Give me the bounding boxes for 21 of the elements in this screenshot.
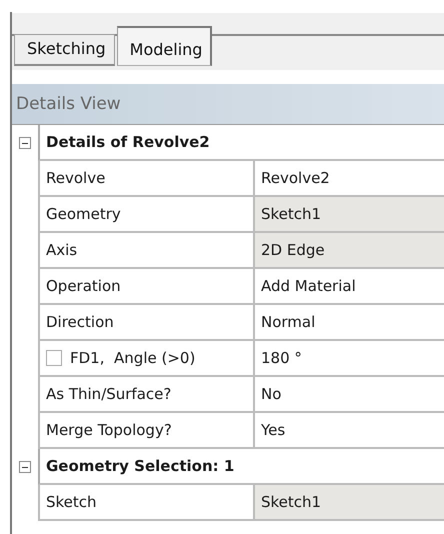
property-value[interactable]: Sketch1 bbox=[253, 197, 444, 233]
property-value[interactable]: Yes bbox=[253, 413, 444, 449]
property-value[interactable]: Sketch1 bbox=[253, 485, 444, 521]
property-label: Merge Topology? bbox=[38, 413, 253, 449]
property-label: As Thin/Surface? bbox=[38, 377, 253, 413]
property-value[interactable]: Normal bbox=[253, 305, 444, 341]
collapse-icon[interactable] bbox=[19, 461, 31, 473]
tab[interactable]: Sketching bbox=[14, 34, 115, 66]
property-value[interactable]: No bbox=[253, 377, 444, 413]
tab[interactable]: Modeling bbox=[116, 26, 212, 66]
checkbox[interactable] bbox=[46, 350, 62, 366]
property-value[interactable]: Add Material bbox=[253, 269, 444, 305]
group-title: Details of Revolve2 bbox=[38, 125, 444, 161]
property-label: Operation bbox=[38, 269, 253, 305]
property-label: FD1, Angle (>0) bbox=[70, 349, 196, 367]
collapse-icon[interactable] bbox=[19, 137, 31, 149]
panel-title: Details View bbox=[16, 94, 121, 114]
property-value[interactable]: 2D Edge bbox=[253, 233, 444, 269]
property-label: Direction bbox=[38, 305, 253, 341]
property-label: Revolve bbox=[38, 161, 253, 197]
property-value[interactable]: 180 ° bbox=[253, 341, 444, 377]
